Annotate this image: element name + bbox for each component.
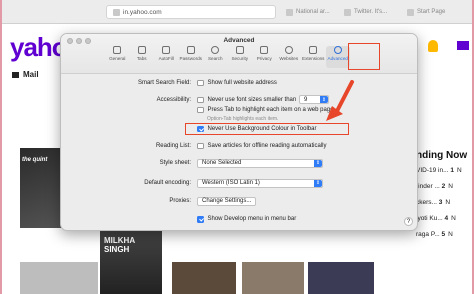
annotation-arrow-icon — [326, 80, 354, 121]
arrow-shaft — [334, 80, 354, 115]
